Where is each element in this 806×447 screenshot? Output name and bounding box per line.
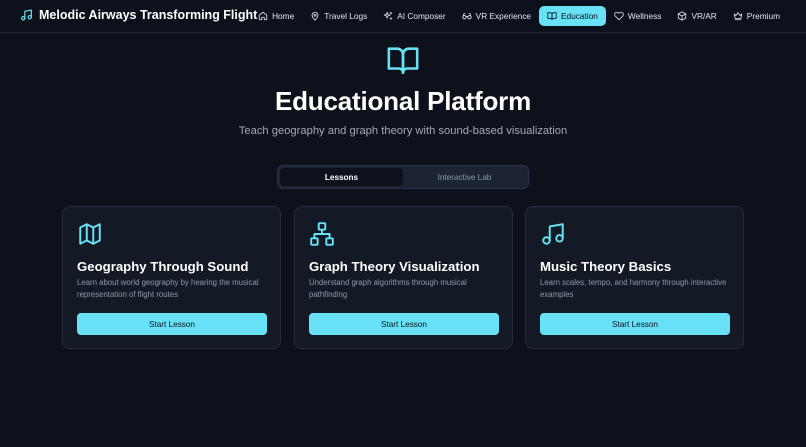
card-title: Music Theory Basics: [540, 259, 672, 274]
nav-item-premium[interactable]: Premium: [725, 6, 788, 26]
start-lesson-button[interactable]: Start Lesson: [540, 313, 730, 335]
nav-item-label: Education: [561, 11, 598, 21]
cube-icon: [678, 11, 687, 21]
nav-item-label: Premium: [746, 11, 780, 21]
nav-item-label: Home: [272, 11, 295, 21]
nav-item-education[interactable]: Education: [539, 6, 606, 26]
start-lesson-button[interactable]: Start Lesson: [77, 313, 267, 335]
card-description: Understand graph algorithms through musi…: [309, 278, 467, 299]
lesson-card-geography: Geography Through Sound Learn about worl…: [62, 206, 281, 349]
map-icon: [79, 223, 101, 245]
network-icon: [310, 222, 334, 246]
nav-item-home[interactable]: Home: [250, 6, 302, 26]
nav-item-ai-composer[interactable]: AI Composer: [375, 6, 453, 26]
nav-item-label: AI Composer: [397, 11, 446, 21]
page-title: Educational Platform: [274, 86, 532, 116]
heart-icon: [614, 11, 624, 21]
sparkles-icon: [384, 11, 393, 20]
nav-item-vr-ar[interactable]: VR/AR: [669, 6, 724, 26]
music-note-icon: [542, 223, 564, 245]
tab-interactive-lab[interactable]: Interactive Lab: [403, 168, 526, 186]
music-note-icon: [21, 9, 32, 21]
book-open-icon: [547, 12, 557, 21]
card-title: Graph Theory Visualization: [309, 259, 480, 274]
nav-item-label: Wellness: [627, 11, 662, 21]
nav-item-wellness[interactable]: Wellness: [606, 6, 670, 26]
lesson-card-music-theory: Music Theory Basics Learn scales, tempo,…: [525, 206, 744, 349]
card-description: Learn scales, tempo, and harmony through…: [540, 278, 727, 299]
lesson-tabs: Lessons Interactive Lab: [277, 165, 529, 189]
nav-item-label: VR Experience: [475, 11, 532, 21]
crown-icon: [733, 12, 742, 21]
vr-glasses-icon: [462, 13, 472, 20]
nav-item-label: Travel Logs: [324, 11, 368, 21]
map-pin-icon: [311, 11, 319, 21]
brand[interactable]: Melodic Airways Transforming Flight: [20, 8, 257, 22]
start-lesson-button[interactable]: Start Lesson: [309, 313, 499, 335]
lesson-card-graph-theory: Graph Theory Visualization Understand gr…: [294, 206, 513, 349]
nav-item-travel-logs[interactable]: Travel Logs: [302, 6, 375, 26]
card-title: Geography Through Sound: [77, 259, 249, 274]
app-title: Melodic Airways Transforming Flight: [39, 8, 258, 22]
main-nav: Home Travel Logs AI Composer VR Experien…: [250, 6, 788, 26]
nav-item-vr-experience[interactable]: VR Experience: [454, 6, 539, 26]
card-description: Learn about world geography by hearing t…: [77, 278, 259, 299]
home-icon: [258, 11, 268, 21]
top-navbar: Melodic Airways Transforming Flight Home…: [0, 0, 806, 33]
tab-lessons[interactable]: Lessons: [280, 168, 403, 186]
page-subtitle: Teach geography and graph theory with so…: [238, 125, 568, 137]
nav-item-label: VR/AR: [691, 11, 717, 21]
book-open-icon: [387, 47, 419, 75]
